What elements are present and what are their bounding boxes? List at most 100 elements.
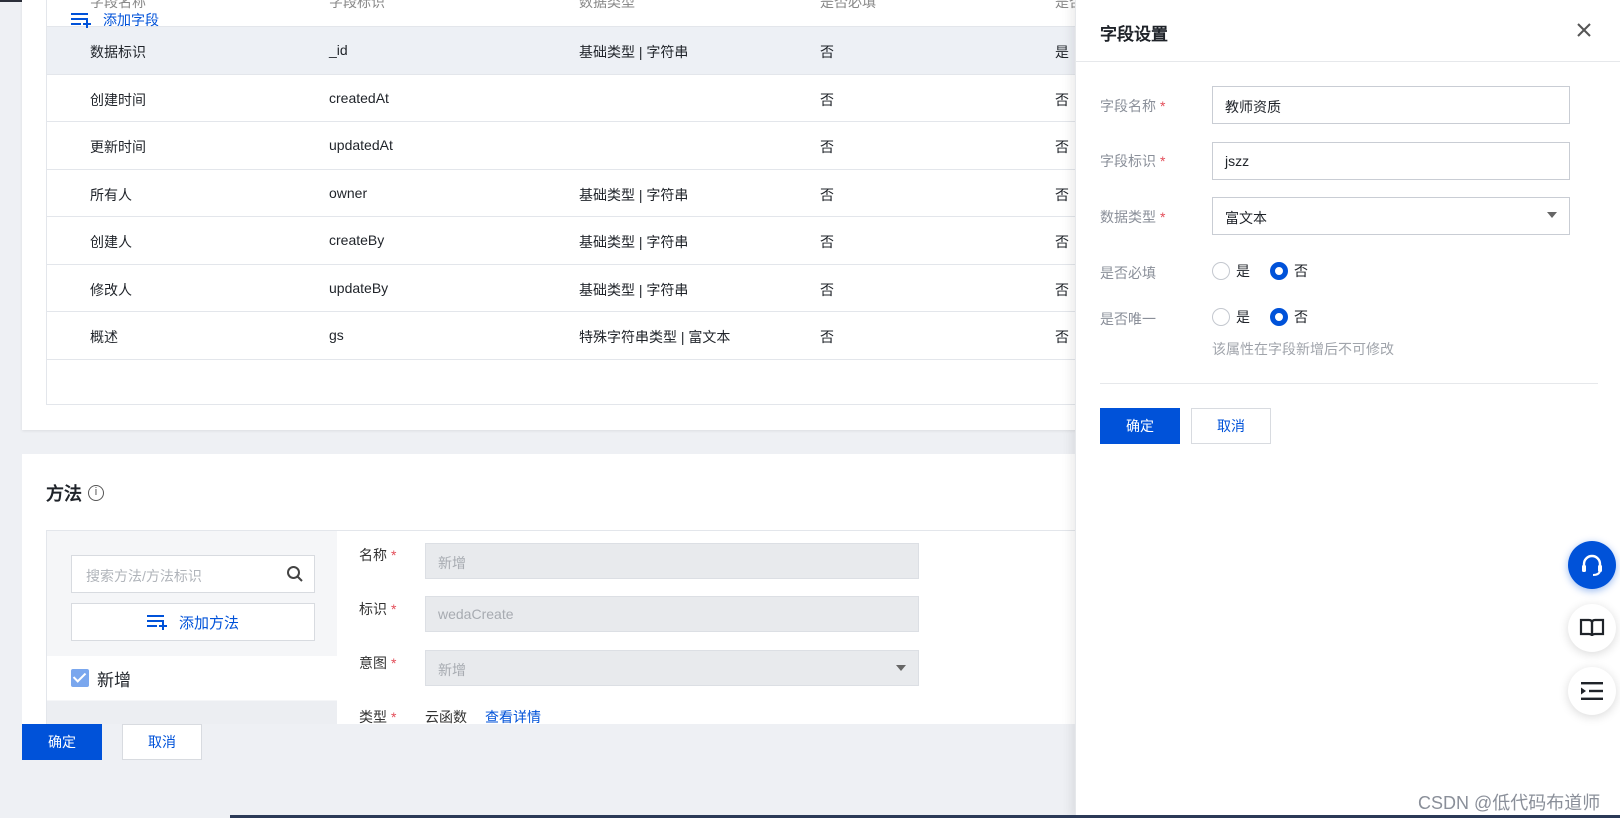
radio-checked-icon[interactable]: [1270, 308, 1288, 326]
cell-required: 否: [820, 186, 834, 203]
chevron-down-icon: [896, 665, 906, 671]
field-key-label: 字段标识 *: [1100, 153, 1166, 169]
cell-required: 否: [820, 234, 834, 250]
table-row[interactable]: 所有人 owner 基础类型 | 字符串 否 否: [47, 170, 1101, 217]
radio-label: 是: [1236, 309, 1250, 325]
method-list-item[interactable]: 新增: [47, 656, 337, 700]
cancel-button[interactable]: 取消: [122, 724, 202, 760]
field-key-input[interactable]: jszz: [1212, 142, 1570, 180]
table-row[interactable]: 创建人 createBy 基础类型 | 字符串 否 否: [47, 217, 1101, 265]
radio-unchecked-icon[interactable]: [1212, 308, 1230, 326]
divider: [1100, 383, 1598, 384]
unique-radio-group: 是 否: [1212, 307, 1328, 327]
radio-label: 否: [1294, 263, 1308, 279]
intent-value: 新增: [438, 662, 466, 678]
cell-unique: 否: [1055, 186, 1069, 203]
cell-name: 所有人: [90, 186, 132, 203]
cell-key: gs: [329, 327, 344, 343]
header-required: 是否必填: [820, 0, 876, 10]
watermark: CSDN @低代码布道师: [1418, 793, 1601, 813]
table-row[interactable]: 概述 gs 特殊字符串类型 | 富文本 否 否: [47, 312, 1101, 360]
unique-label: 是否唯一: [1100, 311, 1156, 327]
method-search-input[interactable]: 搜索方法/方法标识: [71, 555, 315, 593]
cell-required: 否: [820, 329, 834, 345]
data-type-value: 富文本: [1225, 210, 1267, 226]
view-detail-link[interactable]: 查看详情: [485, 707, 541, 724]
header-data-type: 数据类型: [579, 0, 635, 10]
cell-unique: 是: [1055, 44, 1069, 60]
table-row[interactable]: 更新时间 updatedAt 否 否: [47, 122, 1101, 170]
table-row[interactable]: 创建时间 createdAt 否 否: [47, 75, 1101, 122]
customer-service-button[interactable]: [1568, 541, 1616, 589]
cell-unique: 否: [1055, 329, 1069, 345]
cell-type: 基础类型 | 字符串: [579, 281, 689, 298]
cell-required: 否: [820, 44, 834, 60]
cell-required: 否: [820, 91, 834, 108]
fields-card: 字段名称 字段标识 数据类型 是否必填 是否 数据标识 _id 基础类型 | 字…: [22, 0, 1102, 430]
method-section-title: 方法 i: [46, 480, 104, 506]
data-type-select[interactable]: 富文本: [1212, 197, 1570, 235]
unique-no-option[interactable]: 否: [1270, 307, 1308, 327]
unique-hint: 该属性在字段新增后不可修改: [1212, 341, 1394, 357]
table-row[interactable]: 数据标识 _id 基础类型 | 字符串 否 是: [47, 27, 1101, 75]
field-name-input[interactable]: 教师资质: [1212, 86, 1570, 124]
method-item-label: 新增: [97, 670, 131, 690]
cell-key: updateBy: [329, 279, 389, 296]
cell-unique: 否: [1055, 91, 1069, 108]
intent-select[interactable]: 新增: [425, 650, 919, 686]
book-icon: [1579, 618, 1605, 637]
radio-checked-icon[interactable]: [1270, 262, 1288, 280]
close-icon[interactable]: [1574, 20, 1594, 40]
field-settings-drawer: 字段设置 字段名称 * 教师资质 字段标识 * jszz 数据类型 * 富文本 是否必…: [1075, 0, 1620, 818]
add-method-label: 添加方法: [178, 614, 239, 632]
required-yes-option[interactable]: 是: [1212, 261, 1250, 281]
drawer-confirm-button[interactable]: 确定: [1100, 408, 1180, 444]
method-panel: 搜索方法/方法标识 添加方法 新增 名称 * 新增 标识 * wedaCreat…: [46, 530, 1102, 724]
search-icon[interactable]: [286, 565, 304, 583]
data-type-label: 数据类型 *: [1100, 209, 1166, 225]
add-field-button[interactable]: 添加字段: [71, 10, 159, 30]
outline-button[interactable]: [1568, 667, 1616, 715]
header-field-key: 字段标识: [329, 0, 385, 10]
required-radio-group: 是 否: [1212, 261, 1328, 281]
key-label: 标识 *: [359, 601, 397, 617]
method-key-input[interactable]: wedaCreate: [425, 596, 919, 632]
list-plus-icon: [146, 615, 167, 630]
required-label: 是否必填: [1100, 265, 1156, 281]
cell-key: createdAt: [329, 89, 389, 106]
cell-type: 特殊字符串类型 | 富文本: [579, 329, 731, 345]
cell-name: 创建时间: [90, 91, 146, 108]
method-list-item[interactable]: [47, 701, 337, 724]
cell-unique: 否: [1055, 139, 1069, 155]
confirm-button[interactable]: 确定: [22, 724, 102, 760]
cell-type: 基础类型 | 字符串: [579, 186, 689, 203]
required-no-option[interactable]: 否: [1270, 261, 1308, 281]
method-name-input[interactable]: 新增: [425, 543, 919, 579]
cell-required: 否: [820, 139, 834, 155]
chevron-down-icon: [1547, 212, 1557, 218]
bottom-action-bar: 确定 取消: [0, 724, 1080, 818]
table-row[interactable]: 修改人 updateBy 基础类型 | 字符串 否 否: [47, 265, 1101, 312]
radio-label: 是: [1236, 263, 1250, 279]
add-method-button[interactable]: 添加方法: [71, 603, 315, 641]
cell-name: 概述: [90, 329, 118, 345]
radio-unchecked-icon[interactable]: [1212, 262, 1230, 280]
drawer-cancel-button[interactable]: 取消: [1191, 408, 1271, 444]
cell-key: updatedAt: [329, 137, 393, 153]
method-card: 方法 i 搜索方法/方法标识 添加方法 新增 名称 * 新增 标识 * weda…: [22, 454, 1102, 724]
method-title-text: 方法: [46, 484, 82, 504]
cell-name: 创建人: [90, 234, 132, 250]
search-placeholder: 搜索方法/方法标识: [86, 568, 202, 584]
type-value: 云函数: [425, 709, 467, 724]
unique-yes-option[interactable]: 是: [1212, 307, 1250, 327]
info-icon[interactable]: i: [88, 485, 104, 501]
method-list-panel: 搜索方法/方法标识 添加方法 新增: [47, 531, 337, 724]
cell-type: 基础类型 | 字符串: [579, 234, 689, 250]
checkbox-checked-icon[interactable]: [71, 669, 89, 687]
field-name-label: 字段名称 *: [1100, 98, 1166, 114]
cell-key: createBy: [329, 232, 385, 248]
radio-label: 否: [1294, 309, 1308, 325]
cell-key: _id: [329, 42, 348, 58]
type-label: 类型 *: [359, 709, 397, 724]
docs-button[interactable]: [1568, 604, 1616, 652]
